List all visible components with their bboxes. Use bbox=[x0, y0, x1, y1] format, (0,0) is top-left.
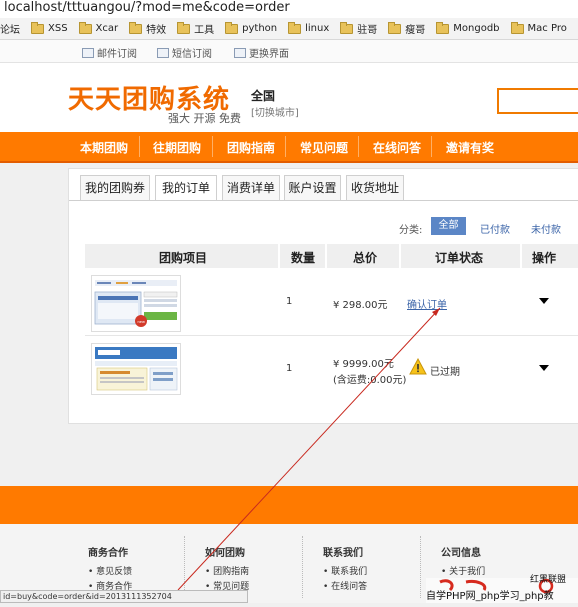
browser-status-bar: id=buy&code=order&id=2013111352704 bbox=[0, 590, 248, 603]
watermark-brand: 红黑联盟 bbox=[530, 575, 567, 585]
watermark-text: 自学PHP网_php学习_php教 bbox=[426, 591, 554, 602]
annotation-arrow bbox=[177, 307, 441, 591]
watermark: 自学PHP网_php学习_php教 红黑联盟 bbox=[426, 575, 578, 603]
